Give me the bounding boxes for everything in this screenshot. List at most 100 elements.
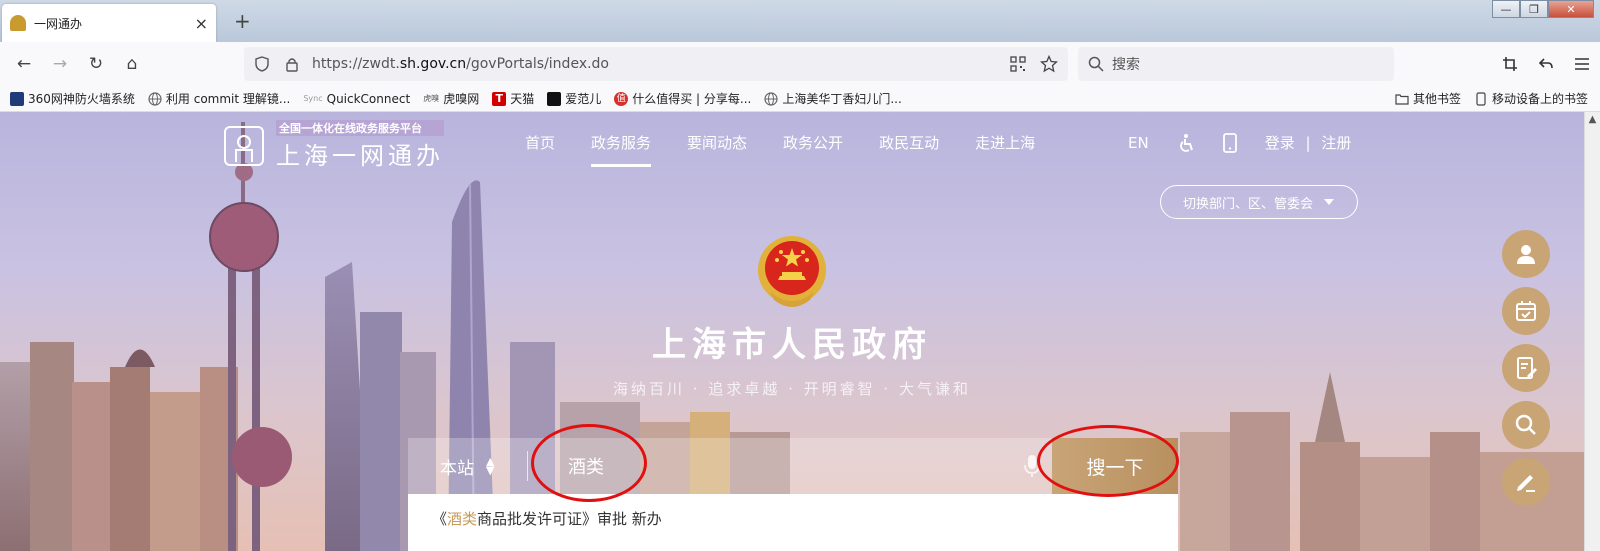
government-motto: 海纳百川 · 追求卓越 · 开明睿智 · 大气谦和 (613, 380, 971, 398)
lock-icon[interactable] (284, 56, 300, 72)
home-button[interactable]: ⌂ (114, 48, 150, 80)
register-link[interactable]: 注册 (1321, 134, 1351, 152)
bookmark-tmall[interactable]: T 天猫 (492, 90, 534, 107)
search-icon (1088, 56, 1104, 72)
search-progress-button[interactable] (1502, 401, 1550, 449)
web-page: 全国一体化在线政务服务平台 上海一网通办 首页 政务服务 要闻动态 政务公开 政… (0, 112, 1584, 551)
huxiu-icon: 虎嗅 (423, 94, 440, 103)
browser-tab-bar: 一网通办 × + — ❐ ✕ (0, 0, 1600, 42)
pen-icon (1517, 475, 1535, 492)
search-suggestion[interactable]: 《酒类商品批发许可证》审批 新办 (408, 494, 1178, 551)
feedback-button[interactable] (1502, 458, 1550, 506)
nav-home[interactable]: 首页 (525, 132, 555, 153)
url-text[interactable]: https://zwdt.sh.gov.cn/govPortals/index.… (312, 56, 1010, 72)
bookmark-label: QuickConnect (326, 91, 411, 106)
page-scrollbar[interactable]: ▲ (1584, 112, 1600, 551)
user-center-button[interactable] (1502, 230, 1550, 278)
nav-gov-disclosure[interactable]: 政务公开 (783, 132, 843, 153)
bookmark-ifanr[interactable]: 爱范儿 (547, 90, 601, 107)
account-separator: | (1305, 134, 1311, 152)
bookmark-label: 天猫 (510, 92, 535, 106)
user-icon (1517, 245, 1535, 264)
bookmarks-bar: 360网神防火墙系统 利用 commit 理解镜... Sync QuickCon… (0, 86, 1600, 112)
accessibility-icon[interactable] (1177, 133, 1195, 153)
site-logo[interactable]: 全国一体化在线政务服务平台 上海一网通办 (224, 120, 444, 171)
header-utilities: EN 登录 | 注册 (1128, 132, 1351, 153)
close-window-button[interactable]: ✕ (1548, 0, 1594, 18)
bookmark-favicon-icon (10, 91, 24, 106)
bookmark-label: 虎嗅网 (443, 92, 480, 106)
scroll-up-arrow-icon[interactable]: ▲ (1585, 114, 1600, 125)
bookmark-360-firewall[interactable]: 360网神防火墙系统 (10, 90, 135, 107)
login-link[interactable]: 登录 (1265, 134, 1295, 152)
mobile-device-icon (1476, 91, 1486, 106)
address-bar[interactable]: https://zwdt.sh.gov.cn/govPortals/index.… (244, 47, 1068, 81)
logo-title: 上海一网通办 (276, 142, 444, 170)
other-bookmarks-folder[interactable]: 其他书签 (1395, 90, 1461, 107)
chevron-down-icon (1324, 199, 1334, 205)
undo-icon[interactable] (1528, 48, 1564, 80)
language-toggle[interactable]: EN (1128, 134, 1149, 152)
annotation-circle-search-button (1037, 425, 1179, 497)
suggestion-bracket: 《 (432, 510, 448, 528)
browser-search-box[interactable]: 搜索 (1078, 47, 1394, 81)
bookmark-quickconnect[interactable]: Sync QuickConnect (303, 92, 410, 106)
browser-toolbar: ← → ↻ ⌂ https://zwdt.sh.gov.cn/govPortal… (0, 42, 1600, 86)
screenshot-crop-icon[interactable] (1492, 48, 1528, 80)
search-icon (1515, 414, 1536, 435)
nav-interaction[interactable]: 政民互动 (879, 132, 939, 153)
floating-sidebar (1502, 230, 1550, 515)
calendar-check-icon (1516, 301, 1536, 321)
ifanr-icon (547, 91, 562, 106)
shield-icon[interactable] (254, 56, 270, 72)
mobile-bookmarks-folder[interactable]: 移动设备上的书签 (1474, 90, 1588, 107)
mobile-app-icon[interactable] (1222, 132, 1237, 153)
bookmark-star-icon[interactable] (1040, 55, 1058, 73)
yiwangtongban-logo-icon (224, 125, 264, 166)
search-scope-label: 本站 (440, 458, 474, 479)
close-tab-icon[interactable]: × (195, 14, 208, 33)
nav-about-shanghai[interactable]: 走进上海 (975, 132, 1035, 153)
bookmark-commit-mirror[interactable]: 利用 commit 理解镜... (148, 90, 290, 107)
reload-button[interactable]: ↻ (78, 48, 114, 80)
minimize-button[interactable]: — (1492, 0, 1520, 18)
new-tab-button[interactable]: + (234, 9, 251, 33)
document-edit-icon (1517, 357, 1537, 379)
annotation-circle-input (531, 424, 647, 502)
bookmark-meihua-clinic[interactable]: 上海美华丁香妇儿门... (764, 90, 902, 107)
back-button[interactable]: ← (6, 48, 42, 80)
bookmark-label: 利用 commit 理解镜... (165, 92, 291, 106)
bookmark-huxiu[interactable]: 虎嗅 虎嗅网 (423, 90, 479, 107)
browser-tab[interactable]: 一网通办 × (2, 4, 216, 42)
toolbar-extensions (1492, 48, 1600, 80)
switch-department-dropdown[interactable]: 切换部门、区、管委会 (1160, 185, 1358, 219)
url-path: /govPortals/index.do (466, 56, 610, 72)
nav-government-services[interactable]: 政务服务 (591, 132, 652, 167)
suggestion-highlight: 酒类 (447, 510, 478, 528)
bookmark-label: 360网神防火墙系统 (28, 92, 135, 106)
tab-title: 一网通办 (34, 16, 83, 31)
account-links: 登录 | 注册 (1265, 132, 1352, 153)
restore-button[interactable]: ❐ (1520, 0, 1548, 18)
window-controls: — ❐ ✕ (1492, 0, 1594, 18)
tmall-icon: T (492, 91, 507, 106)
globe-icon (764, 91, 778, 106)
appointment-button[interactable] (1502, 287, 1550, 335)
menu-icon[interactable] (1564, 48, 1600, 80)
browser-search-placeholder: 搜索 (1112, 57, 1140, 73)
bookmark-label: 什么值得买 | 分享每... (632, 92, 752, 106)
forward-button[interactable]: → (42, 48, 78, 80)
bookmark-smzdm[interactable]: 值什么值得买 | 分享每... (614, 90, 751, 107)
smzdm-icon: 值 (614, 91, 629, 106)
search-scope-select[interactable]: 本站 ▲ ▼ (408, 451, 528, 481)
nav-news[interactable]: 要闻动态 (687, 132, 747, 153)
suggestion-text: 商品批发许可证》审批 新办 (477, 510, 662, 528)
bookmark-folder-label: 移动设备上的书签 (1491, 92, 1588, 106)
logo-subtitle: 全国一体化在线政务服务平台 (276, 120, 444, 136)
application-button[interactable] (1502, 344, 1550, 392)
government-title: 上海市人民政府 (652, 325, 932, 365)
folder-icon (1395, 93, 1409, 105)
synology-icon: Sync (303, 94, 323, 103)
qr-code-icon[interactable] (1010, 56, 1026, 72)
national-emblem-icon (758, 236, 826, 307)
